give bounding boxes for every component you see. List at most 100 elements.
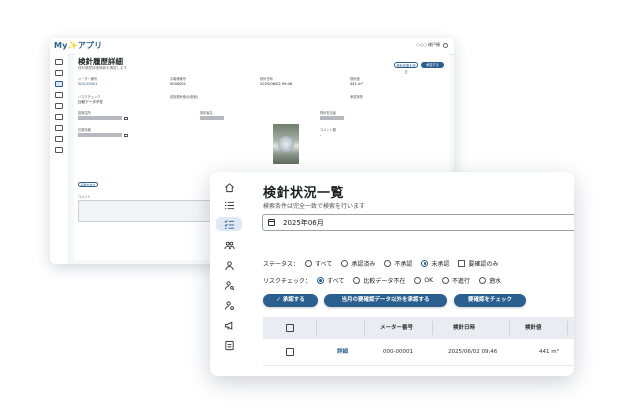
gps-field: 位置情報 (78, 127, 128, 137)
radio-icon (479, 277, 487, 284)
checkbox-icon (458, 260, 466, 267)
field-label: 契約者名 (200, 111, 213, 115)
radio-icon (341, 260, 349, 267)
page-subtitle: 検針履歴詳細情報を確認します (78, 66, 127, 70)
needs-check-checkbox[interactable]: 要確認のみ (458, 259, 498, 268)
header-date[interactable]: 検針日時 (453, 317, 475, 339)
meter-no-field: メーター番号 000-00001 (78, 76, 98, 86)
risk-option-ok[interactable]: OK (414, 277, 433, 284)
export-icon[interactable] (55, 147, 63, 153)
status-option-approved[interactable]: 承認済み (341, 259, 375, 268)
megaphone-icon[interactable] (55, 136, 63, 142)
approve-button[interactable]: ✓ 承認する (263, 294, 318, 307)
radio-icon (353, 277, 361, 284)
status-option-all[interactable]: すべて (305, 259, 332, 268)
group-icon[interactable] (219, 238, 239, 252)
risk-option-leak[interactable]: 遡水 (479, 276, 501, 285)
list-icon[interactable] (55, 70, 63, 76)
status-option-rejected[interactable]: 不承認 (384, 259, 412, 268)
column-divider (509, 321, 510, 335)
button-label: 当月の要確認データ以外を承認する (341, 297, 430, 303)
reading-field: 検針値 441 m³ (350, 76, 363, 86)
meter-no-link[interactable]: 000-00001 (78, 82, 98, 86)
sidebar (50, 54, 69, 264)
field-label: リスクチェック (78, 95, 101, 99)
option-label: 要確認のみ (468, 261, 499, 268)
radio-icon (305, 260, 313, 267)
risk-option-no-data[interactable]: 比較データ不在 (353, 276, 405, 285)
address-field: 設置住所 (78, 110, 128, 120)
field-label: 設置住所 (78, 111, 91, 115)
column-divider (432, 321, 433, 335)
month-value: 2025年06月 (283, 218, 324, 227)
radio-icon (414, 277, 422, 284)
home-icon[interactable] (55, 59, 63, 65)
sidebar (210, 172, 248, 376)
risk-option-all[interactable]: すべて (317, 276, 344, 285)
memo-field: コメント欄 - (320, 127, 336, 137)
redacted-value (320, 116, 344, 120)
month-picker[interactable]: 2025年06月 (262, 214, 574, 231)
column-divider (364, 321, 365, 335)
field-label: 位置情報 (78, 128, 91, 132)
app-header: My✨アプリ ○○○ 様戸棟 (50, 38, 454, 55)
status-filter: ステータス： すべて 承認済み 不承認 未承認 要確認のみ (263, 259, 507, 268)
user-menu[interactable]: ○○○ 様戸棟 (416, 42, 448, 48)
radio-icon (384, 260, 392, 267)
risk-filter: リスクチェック： すべて 比較データ不在 OK 不進行 遡水 (263, 276, 510, 285)
copy-icon[interactable] (124, 116, 128, 120)
map-icon[interactable] (124, 133, 128, 137)
export-icon[interactable] (219, 338, 239, 352)
option-label: すべて (327, 278, 345, 285)
page-subtitle: 検索条件は完全一致で検索を行います (263, 203, 366, 210)
meter-dial (278, 136, 294, 152)
meter-photo[interactable] (273, 124, 299, 164)
group-icon[interactable] (55, 92, 63, 98)
home-icon[interactable] (219, 180, 239, 194)
radio-selected-icon (317, 277, 325, 284)
check-needs-review-button[interactable]: 要確認をチェック (454, 294, 526, 307)
select-all-checkbox[interactable] (286, 324, 294, 332)
list-window: 検針状況一覧 検索条件は完全一致で検索を行います 2025年06月 ステータス：… (210, 172, 574, 376)
person-icon[interactable] (219, 258, 239, 272)
app-logo: My✨アプリ (54, 41, 103, 50)
status-option-pending[interactable]: 未承認 (421, 259, 449, 268)
date-field: 検針日時 2025/06/02 09:46 (260, 76, 292, 86)
redacted-value (78, 133, 122, 137)
header-reading[interactable]: 検針値 (525, 317, 542, 339)
field-label: 検針値 (350, 77, 360, 81)
status-filter-label: ステータス： (263, 261, 300, 268)
calendar-icon (268, 219, 275, 226)
risk-option-stalled[interactable]: 不進行 (442, 276, 470, 285)
checklist-icon[interactable] (55, 81, 63, 87)
detail-link[interactable]: 詳細 (337, 339, 348, 365)
checklist-icon[interactable] (216, 217, 242, 231)
photo-person-field: 検針担当者 (320, 110, 344, 120)
column-divider (567, 321, 568, 335)
person-settings-icon[interactable] (55, 125, 63, 131)
option-label: 不進行 (452, 278, 471, 285)
zoom-photo-button[interactable]: 画像を拡大 (78, 182, 98, 187)
radio-icon (442, 277, 450, 284)
person-search-icon[interactable] (219, 278, 239, 292)
person-icon[interactable] (55, 103, 63, 109)
row-checkbox[interactable] (286, 348, 294, 356)
list-icon[interactable] (219, 198, 239, 212)
approve-month-button[interactable]: 当月の要確認データ以外を承認する (324, 294, 447, 307)
person-settings-icon[interactable] (219, 298, 239, 312)
megaphone-icon[interactable] (219, 318, 239, 332)
person-search-icon[interactable] (55, 114, 63, 120)
redacted-value (200, 116, 224, 120)
field-value: - (320, 133, 322, 137)
option-label: 承認済み (351, 261, 376, 268)
cell-reading: 441 m³ (539, 349, 559, 355)
option-label: OK (424, 277, 434, 284)
redacted-value (78, 116, 122, 120)
comment-textarea[interactable] (78, 200, 223, 222)
comment-label: コメント (78, 195, 91, 199)
cell-date: 2025/06/02 09:46 (448, 349, 498, 355)
approve-button[interactable]: 承認する (421, 62, 444, 68)
option-label: 比較データ不在 (363, 278, 406, 285)
header-meter-no[interactable]: メーター番号 (380, 317, 413, 339)
edit-result-button[interactable]: 検針結果を修正 (394, 62, 418, 74)
